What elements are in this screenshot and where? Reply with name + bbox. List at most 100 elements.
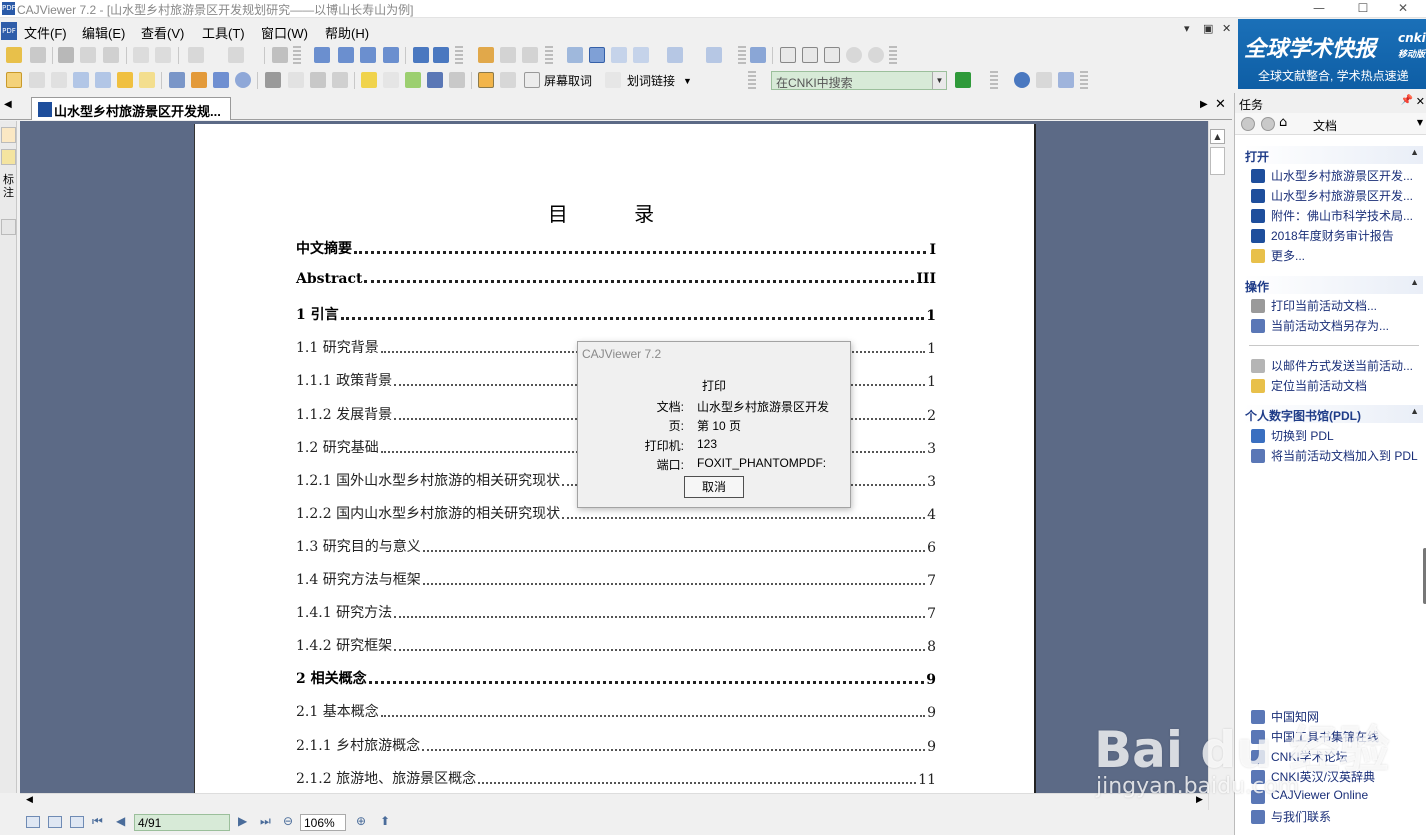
ellipse-icon[interactable] [235, 72, 251, 88]
zoom-out-button[interactable]: ⊖ [283, 814, 293, 828]
operation-item[interactable]: 打印当前活动文档... [1249, 297, 1425, 315]
toc-entry[interactable]: 1.4.2 研究框架 8 [296, 635, 936, 655]
toc-entry[interactable]: 1 引言 1 [296, 304, 936, 324]
prev-page-button[interactable]: ◀ [116, 814, 125, 828]
toc-entry[interactable]: 1.4 研究方法与框架 7 [296, 569, 936, 589]
home-icon[interactable]: ⌂ [1279, 115, 1287, 130]
toc-entry[interactable]: 2.1 基本概念 9 [296, 701, 936, 721]
operation-item[interactable]: 以邮件方式发送当前活动... [1249, 357, 1425, 375]
menu-edit[interactable]: 编辑(E) [82, 23, 125, 42]
collapse-icon[interactable]: ▲ [1410, 406, 1419, 416]
toc-entry[interactable]: 2.1.2 旅游地、旅游景区概念 11 [296, 768, 936, 788]
scroll-up-icon[interactable]: ▲ [1210, 129, 1225, 144]
print-icon[interactable] [58, 47, 74, 63]
facing-page-icon[interactable] [611, 47, 627, 63]
toc-entry[interactable]: Abstract III [296, 271, 936, 287]
mdi-restore-button[interactable]: ▣ [1203, 22, 1213, 35]
nav-back-icon[interactable] [1241, 117, 1255, 131]
collapse-icon[interactable]: ▲ [1410, 277, 1419, 287]
print-setup-icon[interactable] [103, 47, 119, 63]
redo-icon[interactable] [228, 47, 244, 63]
single-page-view-icon[interactable] [26, 816, 40, 828]
toolbar-grip[interactable] [990, 71, 998, 91]
search-go-icon[interactable] [955, 72, 971, 88]
menu-tools[interactable]: 工具(T) [202, 23, 245, 42]
toc-entry[interactable]: 2.1.1 乡村旅游概念 9 [296, 735, 936, 755]
first-page-button[interactable]: ⏮ [92, 814, 103, 829]
bookmark-icon[interactable] [449, 72, 465, 88]
toolbar-grip[interactable] [455, 46, 463, 66]
menu-view[interactable]: 查看(V) [141, 23, 184, 42]
attach-icon[interactable] [288, 72, 304, 88]
task-pane-view-label[interactable]: 文档 [1313, 117, 1337, 134]
toc-entry[interactable]: 1.3 研究目的与意义 6 [296, 536, 936, 556]
screen-word-label[interactable]: 屏幕取词 [544, 72, 592, 89]
cnki-link-item[interactable]: 与我们联系 [1249, 808, 1425, 826]
fit-width-icon[interactable] [824, 47, 840, 63]
toc-entry[interactable]: 2 相关概念 9 [296, 668, 936, 688]
open-folder-icon[interactable] [6, 47, 22, 63]
cnki-link-item[interactable]: 中国工具书集锦在线 [1249, 728, 1425, 746]
translate-icon[interactable] [478, 72, 494, 88]
task-pane-close-icon[interactable]: ✕ [1416, 95, 1425, 108]
open-section-header[interactable]: 打开 ▲ [1243, 146, 1423, 164]
find-icon[interactable] [478, 47, 494, 63]
menu-help[interactable]: 帮助(H) [325, 23, 369, 42]
recent-document-item[interactable]: 附件：佛山市科学技术局... [1249, 207, 1425, 225]
zoom-out-icon[interactable] [846, 47, 862, 63]
recent-document-item[interactable]: 更多... [1249, 247, 1425, 265]
fit-page-icon[interactable] [802, 47, 818, 63]
cancel-button[interactable]: 取消 [684, 476, 744, 498]
pencil-pane-icon[interactable] [1, 149, 16, 165]
operation-item[interactable]: 当前活动文档另存为... [1249, 317, 1425, 335]
line-tool-icon[interactable] [169, 72, 185, 88]
document-icon[interactable]: PDF [1, 22, 17, 40]
pdl-section-header[interactable]: 个人数字图书馆(PDL) ▲ [1243, 405, 1423, 423]
upload-icon[interactable]: ⬆ [380, 814, 390, 828]
tab-scroll-left-icon[interactable]: ◀ [4, 99, 12, 110]
last-page-button[interactable]: ⏭ [260, 814, 271, 829]
task-pane-view-dropdown-icon[interactable]: ▼ [1417, 118, 1423, 127]
toolbar-grip[interactable] [738, 46, 746, 66]
last-page-icon[interactable] [383, 47, 399, 63]
collapse-icon[interactable]: ▲ [1410, 147, 1419, 157]
zoom-in-button[interactable]: ⊕ [356, 814, 366, 828]
first-page-icon[interactable] [314, 47, 330, 63]
snapshot-icon[interactable] [117, 72, 133, 88]
horizontal-scrollbar[interactable]: ◀ ▶ [20, 793, 1208, 809]
forward-icon[interactable] [433, 47, 449, 63]
screen-word-checkbox[interactable] [524, 72, 540, 88]
print-preview-icon[interactable] [80, 47, 96, 63]
image-select-icon[interactable] [73, 72, 89, 88]
eraser-icon[interactable] [265, 72, 281, 88]
zoom-field[interactable]: 106% [300, 814, 346, 831]
toolbar-grip[interactable] [889, 46, 897, 66]
outline-pane-icon[interactable] [1, 219, 16, 235]
continuous-facing-icon[interactable] [633, 47, 649, 63]
ops-section-header[interactable]: 操作 ▲ [1243, 276, 1423, 294]
minimize-button[interactable]: — [1296, 0, 1342, 18]
find-next-icon[interactable] [522, 47, 538, 63]
recent-document-item[interactable]: 山水型乡村旅游景区开发... [1249, 167, 1425, 185]
undo-icon[interactable] [188, 47, 204, 63]
help-icon[interactable] [1014, 72, 1030, 88]
tab-close-icon[interactable]: ✕ [1215, 97, 1226, 112]
toc-entry[interactable]: 中文摘要 I [296, 238, 936, 258]
note-icon[interactable] [139, 72, 155, 88]
scroll-thumb[interactable] [1210, 147, 1225, 175]
mdi-close-button[interactable]: ✕ [1222, 22, 1231, 35]
select-arrow-icon[interactable] [29, 72, 45, 88]
strikeout-icon[interactable] [383, 72, 399, 88]
nav-forward-icon[interactable] [1261, 117, 1275, 131]
scroll-left-icon[interactable]: ◀ [26, 795, 33, 805]
continuous-page-icon[interactable] [589, 47, 605, 63]
hand-tool-icon[interactable] [6, 72, 22, 88]
cnki-search-input[interactable]: 在CNKI中搜索 ▼ [771, 71, 947, 90]
toolbar-grip[interactable] [293, 46, 301, 66]
pdl-item[interactable]: 切换到 PDL [1249, 427, 1425, 445]
zoom-in-icon[interactable] [868, 47, 884, 63]
about-icon[interactable] [1058, 72, 1074, 88]
page-setup-icon[interactable] [272, 47, 288, 63]
mdi-minimize-button[interactable]: ▾ [1184, 22, 1190, 35]
paste-icon[interactable] [155, 47, 171, 63]
